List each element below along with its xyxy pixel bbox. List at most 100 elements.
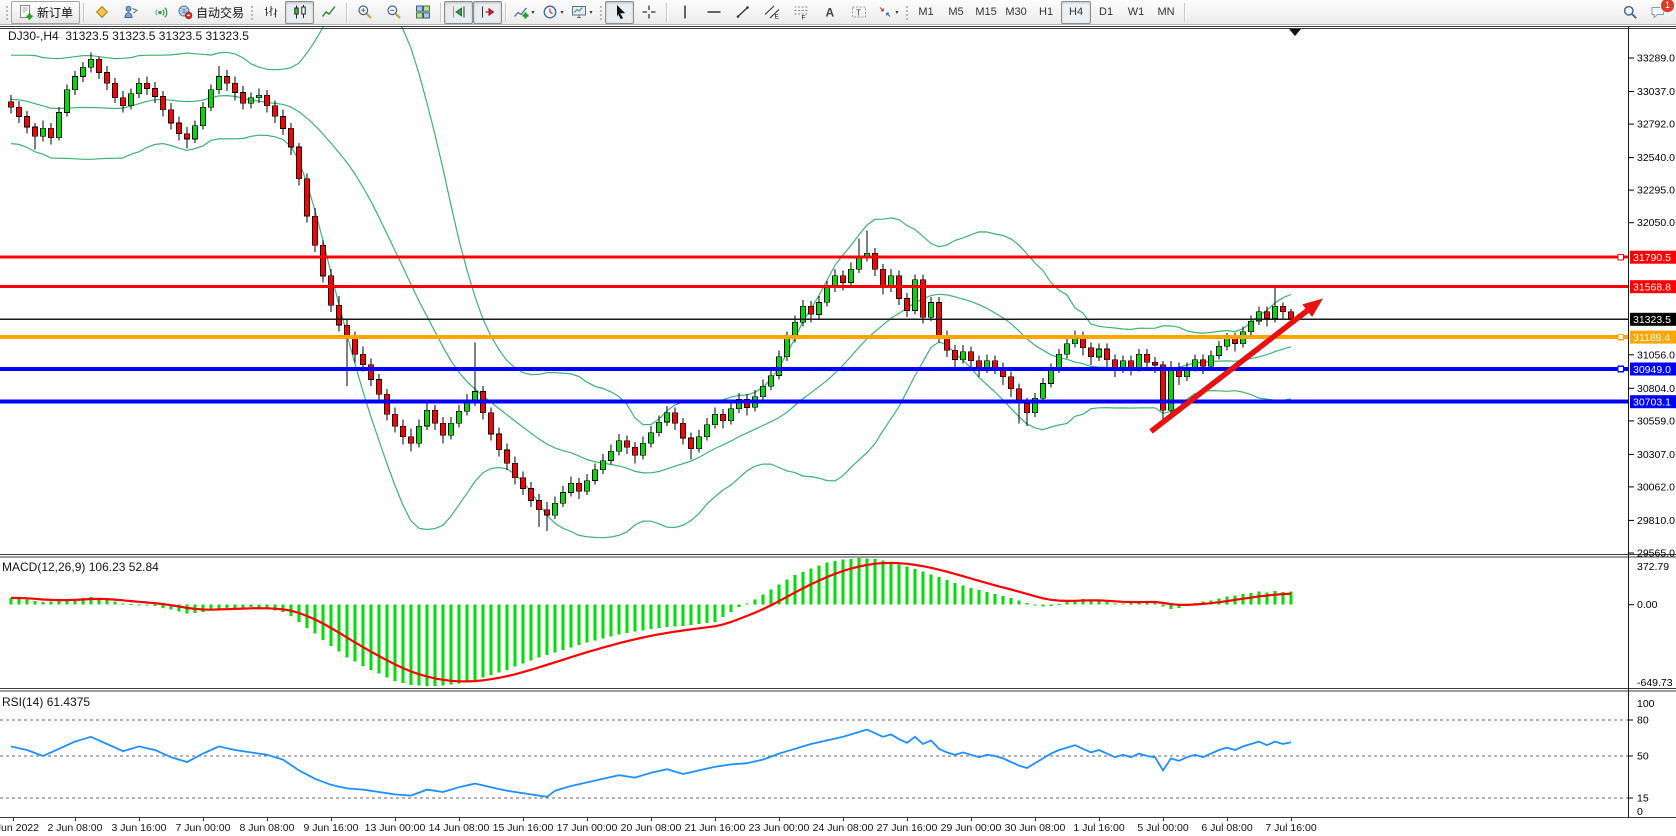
text-label-icon: T — [851, 6, 866, 18]
notification-badge: 1 — [1660, 0, 1675, 13]
price-tick-label: 32050.0 — [1637, 217, 1675, 229]
periods-button[interactable]: ▾ — [538, 1, 567, 24]
periods-icon — [543, 5, 556, 19]
macd-scale-min: -649.73 — [1637, 677, 1673, 689]
cursor-icon — [616, 5, 625, 20]
toolbar-right: 1 — [1620, 0, 1675, 22]
rsi-level-label: 15 — [1637, 793, 1649, 805]
line-chart-button[interactable] — [314, 1, 343, 24]
horizontal-line-icon — [707, 11, 721, 13]
auto-trading-button[interactable]: 自动交易 — [174, 1, 247, 24]
price-tick-label: 30559.0 — [1637, 415, 1675, 427]
search-button[interactable] — [1620, 2, 1640, 22]
time-label: 13 Jun 00:00 — [364, 822, 426, 834]
timeframe-h4-button[interactable]: H4 — [1061, 0, 1092, 24]
chart-symbol-period: DJ30-,H4 — [8, 29, 59, 43]
new-order-button-label: 新订单 — [37, 5, 74, 20]
new-order-icon — [20, 5, 33, 20]
zoom-out-button[interactable] — [379, 1, 408, 24]
time-label: 1 Jun 2022 — [0, 822, 39, 834]
time-label: 1 Jul 16:00 — [1073, 822, 1125, 834]
bar-chart-button[interactable] — [256, 1, 285, 24]
timeframe-w1-button[interactable]: W1 — [1121, 1, 1151, 24]
price-tick-label: 31056.0 — [1637, 349, 1675, 361]
market-watch-icon — [95, 5, 108, 19]
time-tick — [843, 818, 844, 821]
timeframe-h1-button[interactable]: H1 — [1031, 1, 1061, 24]
time-tick — [587, 818, 588, 821]
tile-windows-button[interactable] — [408, 1, 437, 24]
rsi-scale-max: 100 — [1637, 698, 1655, 710]
arrows-icon — [879, 7, 890, 17]
timeframe-m1-button[interactable]: M1 — [911, 1, 941, 24]
price-tick-label: 32540.0 — [1637, 152, 1675, 164]
time-tick — [1227, 818, 1228, 821]
time-axis[interactable]: 1 Jun 2022 2 Jun 08:00 3 Jun 16:00 7 Jun 00… — [0, 818, 1676, 836]
chart-shift-button[interactable] — [473, 0, 503, 24]
navigator-icon — [123, 5, 138, 18]
toolbar-grip — [598, 3, 604, 21]
timeframe-m15-button[interactable]: M15 — [971, 1, 1001, 24]
price-tick-label: 30307.0 — [1637, 449, 1675, 461]
hline-price-label: 31790.5 — [1633, 252, 1671, 264]
candlestick-chart-button[interactable] — [285, 0, 315, 24]
arrows-button[interactable]: ▾ — [873, 1, 902, 24]
time-tick — [779, 818, 780, 821]
time-tick — [459, 818, 460, 821]
vertical-line-icon — [683, 5, 686, 19]
crosshair-button[interactable] — [634, 1, 663, 24]
timeframe-m30-button[interactable]: M30 — [1001, 1, 1031, 24]
chart-ohlc: 31323.5 31323.5 31323.5 31323.5 — [65, 29, 249, 43]
time-label: 14 Jun 08:00 — [428, 822, 490, 834]
time-tick — [1163, 818, 1164, 821]
price-tick-label: 30804.0 — [1637, 383, 1675, 395]
hline-price-label: 30949.0 — [1633, 364, 1671, 376]
new-order-button[interactable]: 新订单 — [11, 0, 81, 24]
zoom-in-button[interactable] — [350, 1, 379, 24]
svg-text:T: T — [856, 8, 861, 18]
fibonacci-button[interactable]: F — [786, 1, 815, 24]
indicators-button[interactable]: ▾ — [509, 1, 538, 24]
time-tick — [267, 818, 268, 821]
templates-button[interactable]: ▾ — [567, 1, 596, 24]
toolbar-separator — [83, 2, 85, 22]
time-label: 7 Jun 00:00 — [175, 822, 231, 834]
signals-button[interactable] — [145, 1, 174, 24]
time-tick — [1099, 818, 1100, 821]
auto-scroll-button[interactable] — [444, 0, 474, 24]
timeframe-mn-button[interactable]: MN — [1151, 1, 1181, 24]
price-tick-label: 30062.0 — [1637, 481, 1675, 493]
time-tick — [13, 818, 14, 821]
dropdown-caret-icon: ▾ — [895, 9, 899, 16]
vertical-line-button[interactable] — [670, 1, 699, 24]
text-button[interactable]: A — [815, 1, 844, 24]
text-label-button[interactable]: T — [844, 1, 873, 24]
timeframe-d1-button[interactable]: D1 — [1091, 1, 1121, 24]
templates-icon — [571, 6, 586, 18]
chart-svg[interactable]: 33289.0 33037.0 32792.0 32540.0 32295.0 32050… — [0, 26, 1676, 818]
time-label: 2 Jun 08:00 — [47, 822, 103, 834]
navigator-button[interactable] — [116, 1, 145, 24]
equidistant-channel-button[interactable]: E — [757, 1, 786, 24]
toolbar: 新订单 自动交易 ▾ ▾ ▾ E F A T ▾ M1 M5 M15 M30 H1 H4 D1 W1 MN 1 — [0, 0, 1676, 25]
time-tick — [523, 818, 524, 821]
hline-price-label: 31568.8 — [1633, 282, 1671, 294]
trendline-icon — [736, 6, 749, 18]
cursor-button[interactable] — [605, 0, 635, 24]
notifications-button[interactable]: 1 — [1648, 0, 1675, 22]
time-label: 3 Jun 16:00 — [111, 822, 167, 834]
rsi-level-label: 50 — [1637, 751, 1649, 763]
macd-scale-max: 372.79 — [1637, 561, 1669, 573]
auto-trading-icon — [178, 5, 193, 20]
chart-canvas[interactable]: 33289.0 33037.0 32792.0 32540.0 32295.0 32050… — [0, 26, 1676, 818]
time-tick — [1291, 818, 1292, 821]
rsi-scale-min: 0 — [1637, 806, 1643, 818]
market-watch-button[interactable] — [87, 1, 116, 24]
toolbar-separator — [1184, 2, 1186, 22]
time-label: 7 Jul 16:00 — [1265, 822, 1317, 834]
horizontal-line-button[interactable] — [699, 1, 728, 24]
trendline-button[interactable] — [728, 1, 757, 24]
timeframe-m5-button[interactable]: M5 — [941, 1, 971, 24]
current-price-label: 31323.5 — [1633, 314, 1671, 326]
time-label: 20 Jun 08:00 — [620, 822, 682, 834]
